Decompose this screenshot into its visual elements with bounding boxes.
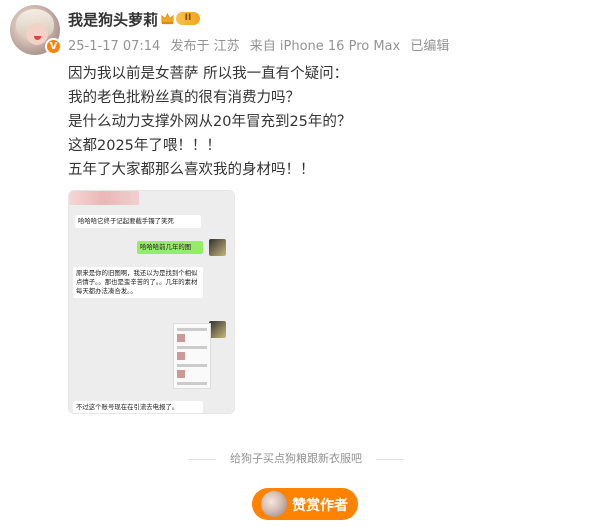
chat-avatar-icon bbox=[209, 239, 226, 256]
chat-screenshot-thumbnail bbox=[173, 323, 211, 389]
reward-prompt-text: 给狗子买点狗粮跟新衣服吧 bbox=[230, 452, 362, 465]
post-image[interactable]: 哈哈哈它终于记起要截手镯了笑死 哈哈哈前几年的图 原来是你的旧图啊，我还以为是找… bbox=[68, 190, 235, 414]
post-text: 因为我以前是女菩萨 所以我一直有个疑问： 我的老色批粉丝真的很有消费力吗？ 是什… bbox=[68, 62, 351, 182]
post-location: 发布于 江苏 bbox=[170, 39, 240, 54]
reward-button[interactable]: 赞赏作者 bbox=[252, 488, 358, 520]
crown-icon bbox=[161, 12, 174, 25]
image-top-strip bbox=[69, 191, 139, 205]
post-text-line: 五年了大家都那么喜欢我的身材吗！！ bbox=[68, 162, 315, 178]
divider-line bbox=[376, 459, 404, 460]
post-time[interactable]: 25-1-17 07:14 bbox=[68, 39, 160, 54]
post-text-line: 这都2025年了喂！！！ bbox=[68, 138, 221, 154]
post-text-line: 是什么动力支撑外网从20年冒充到25年的？ bbox=[68, 114, 352, 130]
chat-bubble-left: 不过这个账号现在在引流去电报了。 bbox=[73, 401, 203, 413]
post-meta: 25-1-17 07:14 发布于 江苏 来自 iPhone 16 Pro Ma… bbox=[68, 35, 455, 54]
chat-bubble-right: 哈哈哈前几年的图 bbox=[137, 241, 203, 254]
reward-avatar bbox=[261, 491, 287, 517]
post-text-line: 因为我以前是女菩萨 所以我一直有个疑问： bbox=[68, 66, 349, 82]
reward-button-label: 赞赏作者 bbox=[292, 498, 348, 514]
avatar-face bbox=[26, 23, 48, 45]
post-text-line: 我的老色批粉丝真的很有消费力吗？ bbox=[68, 90, 300, 106]
post-source: 来自 iPhone 16 Pro Max bbox=[249, 39, 401, 54]
author-name[interactable]: 我是狗头萝莉 bbox=[68, 9, 158, 30]
post-edited[interactable]: 已编辑 bbox=[410, 39, 449, 54]
chat-avatar-icon bbox=[209, 321, 226, 338]
level-badge[interactable]: II bbox=[176, 12, 200, 25]
reward-divider: 给狗子买点狗粮跟新衣服吧 bbox=[188, 451, 404, 467]
verified-badge-icon: V bbox=[45, 38, 62, 55]
chat-bubble-left: 原来是你的旧图啊，我还以为是找到个相似点情子。。那也是蛮辛苦的了。。几年的素材每… bbox=[73, 267, 203, 298]
divider-line bbox=[188, 459, 216, 460]
chat-bubble-left: 哈哈哈它终于记起要截手镯了笑死 bbox=[75, 215, 201, 228]
